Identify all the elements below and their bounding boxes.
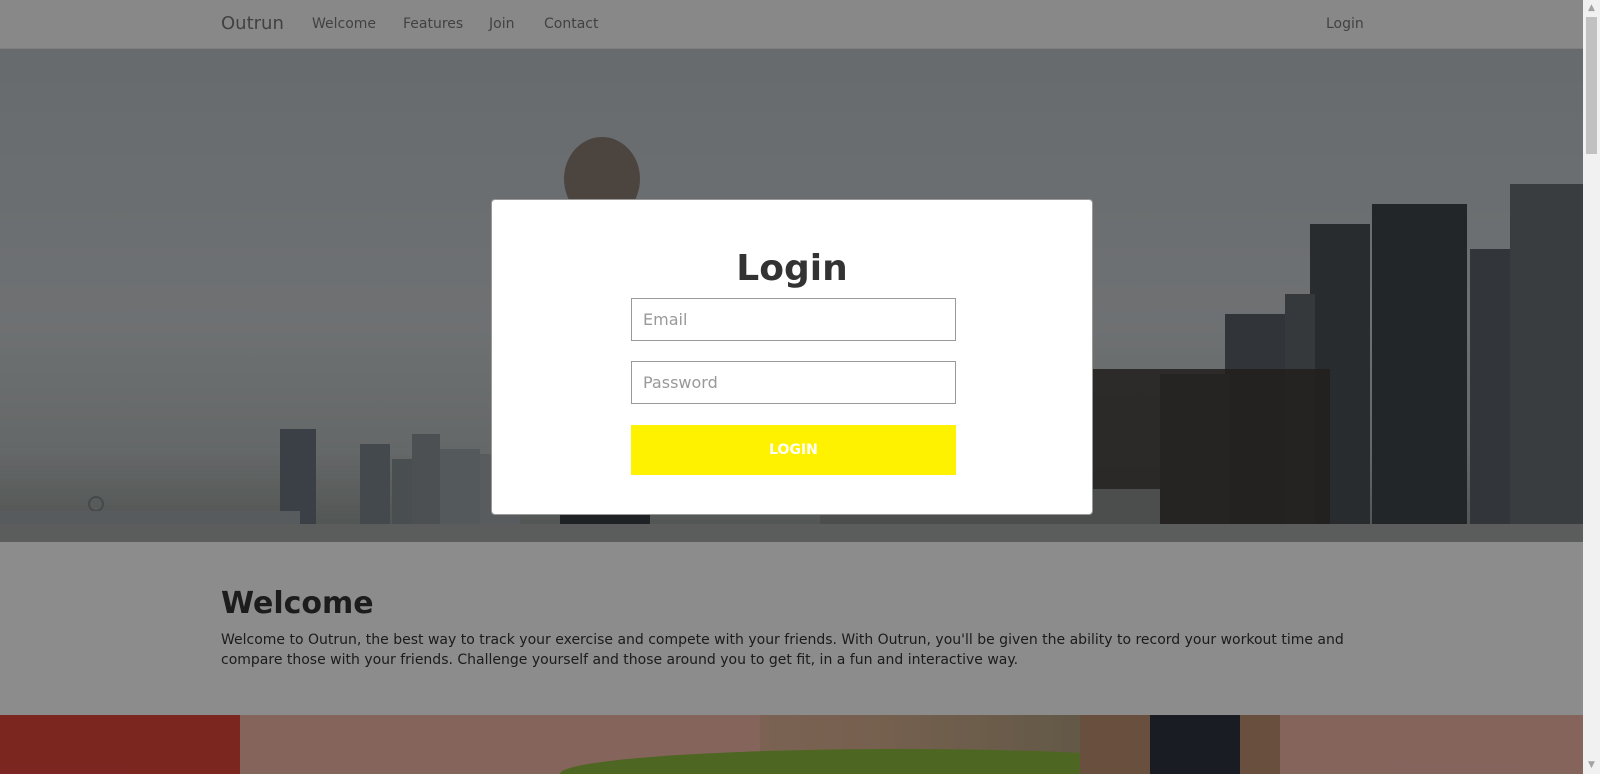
scroll-up-arrow-icon[interactable]: ▲ (1583, 0, 1600, 17)
login-submit-button[interactable]: LOGIN (631, 425, 956, 475)
page: Outrun Welcome Features Join Contact Log… (0, 0, 1583, 774)
login-modal: Login LOGIN (491, 199, 1093, 515)
password-field[interactable] (631, 361, 956, 404)
scroll-thumb[interactable] (1586, 17, 1597, 154)
scroll-down-arrow-icon[interactable]: ▼ (1583, 757, 1600, 774)
login-modal-title: Login (736, 248, 848, 289)
email-field[interactable] (631, 298, 956, 341)
page-scrollbar[interactable]: ▲ ▼ (1583, 0, 1600, 774)
